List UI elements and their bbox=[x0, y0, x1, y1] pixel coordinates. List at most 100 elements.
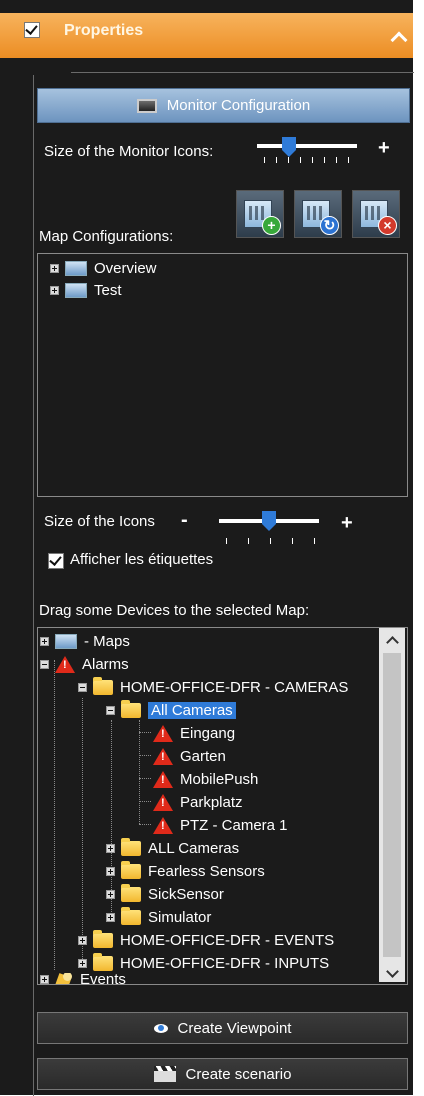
page-margin bbox=[413, 0, 424, 1095]
expand-icon[interactable] bbox=[40, 636, 49, 646]
frame-notch bbox=[33, 68, 71, 75]
tree-item-eingang[interactable]: Eingang bbox=[153, 722, 235, 744]
edit-map-config-button[interactable]: ↻ bbox=[294, 190, 342, 238]
tree-item-label: HOME-OFFICE-DFR - INPUTS bbox=[120, 954, 330, 972]
icon-size-minus-icon[interactable]: - bbox=[181, 509, 188, 532]
alarm-icon bbox=[153, 793, 173, 811]
collapse-icon[interactable] bbox=[106, 705, 115, 715]
tree-item-garten[interactable]: Garten bbox=[153, 745, 226, 767]
tree-item-alarms[interactable]: Alarms bbox=[40, 653, 129, 675]
tree-item-ptz-camera-1[interactable]: PTZ - Camera 1 bbox=[153, 814, 288, 836]
top-edge bbox=[0, 0, 413, 13]
create-viewpoint-button[interactable]: Create Viewpoint bbox=[37, 1012, 408, 1044]
expand-icon[interactable] bbox=[78, 958, 87, 968]
map-icon bbox=[65, 282, 87, 298]
tree-item-label: Alarms bbox=[82, 655, 129, 673]
tree-item-fearless-sensors[interactable]: Fearless Sensors bbox=[106, 860, 265, 882]
tree-item-sicksensor[interactable]: SickSensor bbox=[106, 883, 224, 905]
tree-item-label: Fearless Sensors bbox=[148, 862, 265, 880]
monitor-configuration-label: Monitor Configuration bbox=[166, 97, 311, 114]
tree-item-label: Eingang bbox=[180, 724, 236, 742]
tree-item-events[interactable]: Events bbox=[40, 973, 126, 984]
folder-icon bbox=[121, 860, 141, 879]
tree-item-label: Garten bbox=[180, 747, 226, 765]
tree-item-label: - Maps bbox=[84, 632, 130, 650]
monitor-size-plus-icon[interactable]: + bbox=[378, 137, 390, 160]
devices-label: Drag some Devices to the selected Map: bbox=[39, 602, 310, 619]
tree-guide-line bbox=[139, 755, 151, 756]
monitor-configuration-header[interactable]: Monitor Configuration bbox=[37, 88, 410, 123]
clapperboard-icon bbox=[153, 1066, 176, 1082]
tree-item-overview[interactable]: Overview bbox=[50, 257, 157, 279]
expand-icon[interactable] bbox=[106, 889, 115, 899]
show-labels-label: Afficher les étiquettes bbox=[70, 551, 214, 568]
tree-item-all-cameras[interactable]: ALL Cameras bbox=[106, 837, 239, 859]
tree-guide-line bbox=[139, 720, 140, 824]
icon-size-label: Size of the Icons bbox=[44, 513, 155, 530]
tree-item-all-cameras-selected[interactable]: All Cameras bbox=[106, 699, 236, 721]
tree-guide-line bbox=[54, 660, 55, 970]
tree-item-inputs-group[interactable]: HOME-OFFICE-DFR - INPUTS bbox=[78, 952, 329, 974]
tree-item-label: All Cameras bbox=[148, 701, 236, 719]
expand-icon[interactable] bbox=[106, 866, 115, 876]
tree-item-test[interactable]: Test bbox=[50, 279, 122, 301]
expand-icon[interactable] bbox=[106, 843, 115, 853]
alarm-icon bbox=[153, 770, 173, 788]
tree-item-cameras-group[interactable]: HOME-OFFICE-DFR - CAMERAS bbox=[78, 676, 348, 698]
delete-map-config-button[interactable]: × bbox=[352, 190, 400, 238]
tree-guide-line bbox=[139, 778, 151, 779]
tree-item-label: Parkplatz bbox=[180, 793, 243, 811]
create-viewpoint-label: Create Viewpoint bbox=[177, 1019, 292, 1037]
properties-checkbox[interactable] bbox=[24, 22, 40, 38]
folder-icon bbox=[93, 952, 113, 971]
tree-item-events-group[interactable]: HOME-OFFICE-DFR - EVENTS bbox=[78, 929, 334, 951]
delete-icon: × bbox=[378, 216, 397, 235]
tree-item-label: PTZ - Camera 1 bbox=[180, 816, 288, 834]
icon-size-plus-icon[interactable]: + bbox=[341, 512, 353, 535]
tree-item-label: Simulator bbox=[148, 908, 212, 926]
tree-item-simulator[interactable]: Simulator bbox=[106, 906, 211, 928]
tree-guide-line bbox=[139, 824, 151, 825]
tree-guide-line bbox=[82, 698, 83, 961]
monitor-icon-size-slider[interactable] bbox=[257, 144, 357, 148]
device-tree-scroll-thumb[interactable] bbox=[383, 653, 401, 957]
expand-icon[interactable] bbox=[106, 912, 115, 922]
collapse-icon[interactable] bbox=[78, 682, 87, 692]
map-configurations-label: Map Configurations: bbox=[39, 228, 174, 245]
collapse-icon[interactable] bbox=[40, 659, 49, 669]
show-labels-checkbox[interactable] bbox=[48, 553, 64, 569]
add-icon: + bbox=[262, 216, 281, 235]
tree-item-label: HOME-OFFICE-DFR - CAMERAS bbox=[120, 678, 349, 696]
create-scenario-button[interactable]: Create scenario bbox=[37, 1058, 408, 1090]
expand-icon[interactable] bbox=[50, 263, 59, 273]
alarm-icon bbox=[153, 816, 173, 834]
monitor-icon-size-label: Size of the Monitor Icons: bbox=[44, 143, 214, 160]
tree-guide-line bbox=[139, 801, 151, 802]
folder-icon bbox=[121, 883, 141, 902]
expand-icon[interactable] bbox=[78, 935, 87, 945]
tree-item-parkplatz[interactable]: Parkplatz bbox=[153, 791, 243, 813]
expand-icon[interactable] bbox=[50, 285, 59, 295]
tree-guide-line bbox=[139, 732, 151, 733]
folder-icon bbox=[93, 929, 113, 948]
event-icon bbox=[55, 973, 73, 984]
refresh-icon: ↻ bbox=[320, 216, 339, 235]
folder-icon bbox=[121, 837, 141, 856]
add-map-config-button[interactable]: + bbox=[236, 190, 284, 238]
expand-icon[interactable] bbox=[40, 975, 49, 984]
map-icon bbox=[65, 260, 87, 276]
tree-item-mobilepush[interactable]: MobilePush bbox=[153, 768, 258, 790]
folder-icon bbox=[93, 676, 113, 695]
icon-slider-ticks bbox=[226, 538, 316, 544]
tree-item-label: ALL Cameras bbox=[148, 839, 240, 857]
tree-item-maps[interactable]: - Maps bbox=[40, 630, 130, 652]
properties-titlebar[interactable] bbox=[0, 13, 413, 58]
create-scenario-label: Create scenario bbox=[185, 1065, 292, 1083]
alarm-icon bbox=[153, 747, 173, 765]
tree-item-label: Overview bbox=[94, 259, 157, 277]
folder-icon bbox=[121, 906, 141, 925]
alarm-icon bbox=[55, 655, 75, 673]
tree-item-label: SickSensor bbox=[148, 885, 224, 903]
tree-item-label: HOME-OFFICE-DFR - EVENTS bbox=[120, 931, 335, 949]
tree-item-label: Test bbox=[94, 281, 122, 299]
